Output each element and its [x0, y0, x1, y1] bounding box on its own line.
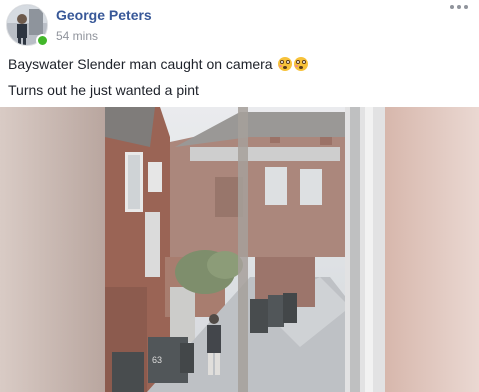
post-video-frame[interactable]: 63 — [0, 107, 479, 392]
author-name[interactable]: George Peters — [56, 6, 152, 24]
post-timestamp[interactable]: 54 mins — [56, 28, 152, 44]
flushed-face-icon — [278, 57, 293, 71]
post-text: Bayswater Slender man caught on camera T… — [8, 56, 309, 108]
flushed-face-icon — [294, 57, 309, 71]
post-header: George Peters 54 mins — [6, 4, 152, 47]
post-text-line: Bayswater Slender man caught on camera — [8, 56, 309, 72]
post-card: George Peters 54 mins Bayswater Slender … — [0, 0, 479, 392]
avatar-wrap[interactable] — [6, 4, 49, 47]
more-options-icon[interactable] — [447, 0, 471, 14]
online-status-icon — [36, 34, 49, 47]
post-text-line: Turns out he just wanted a pint — [8, 82, 199, 98]
street-scene-image: 63 — [0, 107, 479, 392]
post-meta: George Peters 54 mins — [56, 6, 152, 44]
